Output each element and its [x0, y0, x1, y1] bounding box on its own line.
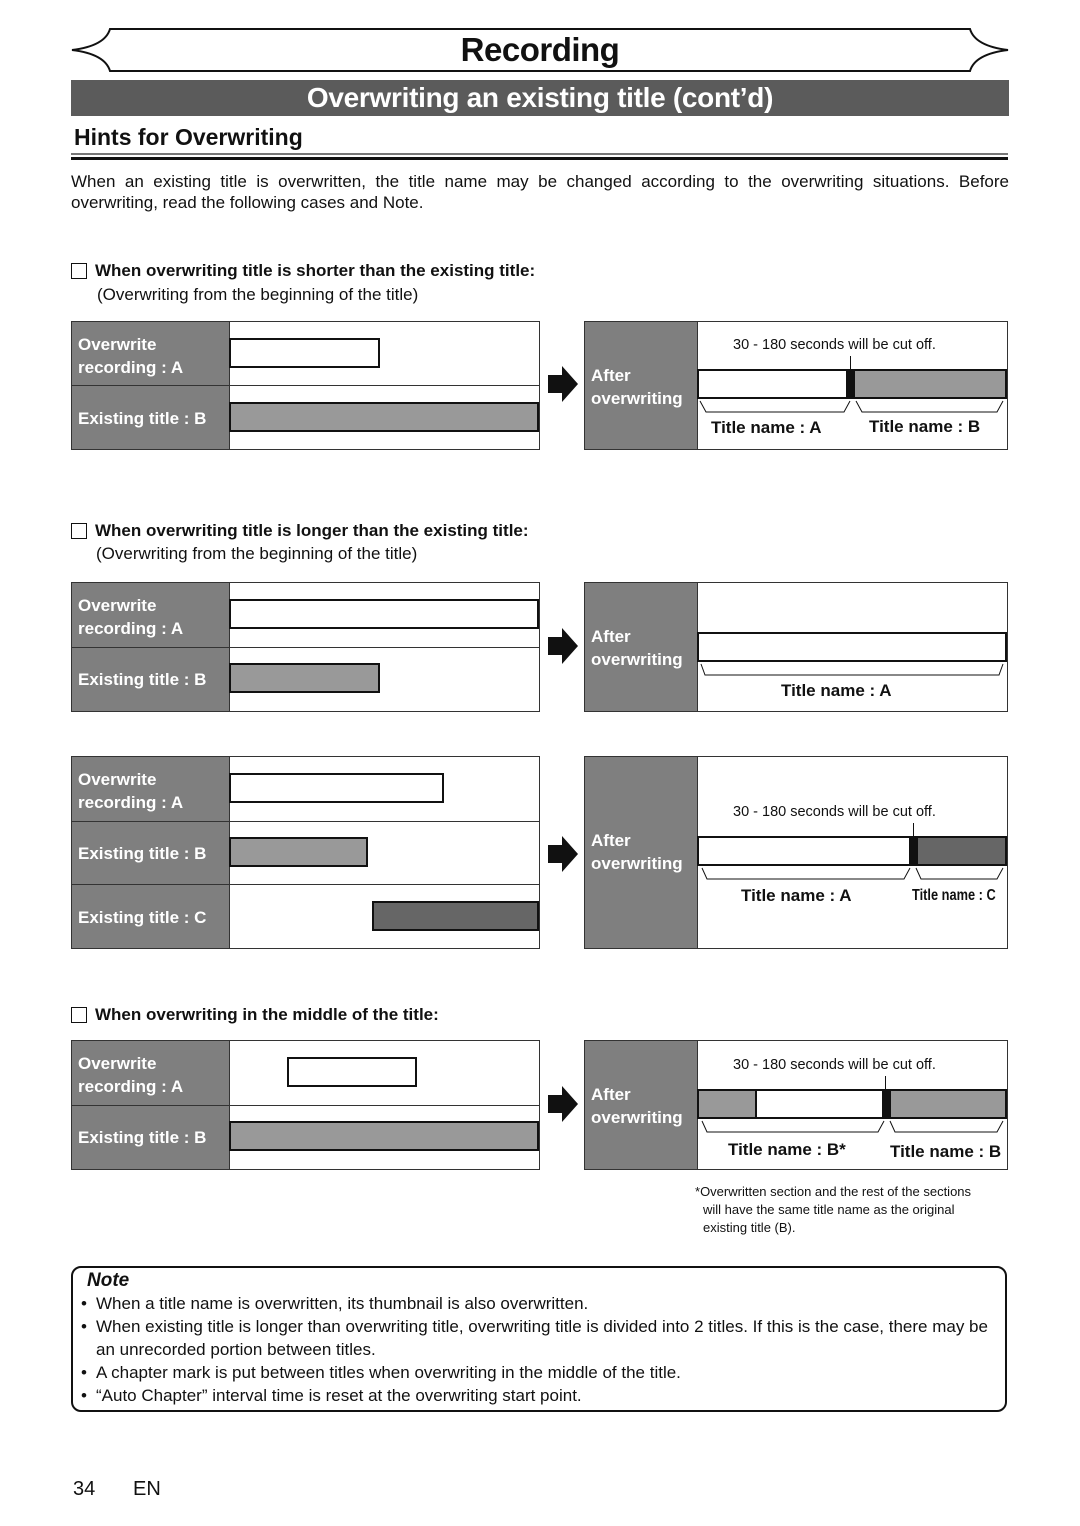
cut-off-note: 30 - 180 seconds will be cut off.: [733, 1057, 936, 1073]
title-a-segment: [697, 632, 1007, 662]
title-c-bar: [372, 901, 539, 931]
before-diagram: Overwrite recording : A Existing title :…: [71, 756, 540, 949]
checkbox-icon: [71, 523, 87, 539]
case-heading: When overwriting in the middle of the ti…: [71, 1005, 439, 1025]
title-name-label: Title name : B: [869, 417, 981, 436]
row-label-existing-c: Existing title : C: [78, 908, 207, 927]
note-box: Note When a title name is overwritten, i…: [71, 1266, 1007, 1412]
case-heading-text: When overwriting in the middle of the ti…: [95, 1005, 439, 1024]
before-diagram: Overwrite recording : A Existing title :…: [71, 1040, 540, 1170]
row-label-existing-b: Existing title : B: [78, 670, 207, 689]
before-diagram: Overwrite recording : A Existing title :…: [71, 321, 540, 450]
row-label-overwrite: Overwrite recording : A: [78, 596, 184, 638]
title-name-label: Title name : A: [741, 886, 852, 905]
arrow-right-icon: [548, 628, 578, 664]
row-label-overwrite: Overwrite recording : A: [78, 335, 184, 377]
note-item: When a title name is overwritten, its th…: [79, 1292, 995, 1315]
recording-a-bar: [229, 773, 444, 803]
checkbox-icon: [71, 263, 87, 279]
cut-pointer: [913, 823, 914, 837]
checkbox-icon: [71, 1007, 87, 1023]
after-label: After overwriting: [591, 366, 683, 408]
title-b-end-segment: [889, 1089, 1007, 1119]
footnote: *Overwritten section and the rest of the…: [695, 1184, 972, 1235]
title-name-label: Title name : B: [890, 1142, 1002, 1161]
row-divider: [72, 884, 539, 885]
row-label-existing-b: Existing title : B: [78, 844, 207, 863]
page-number: 34: [73, 1478, 96, 1500]
title-b-start-segment: [697, 1089, 757, 1119]
note-title: Note: [87, 1270, 130, 1291]
title-b-bar: [229, 1121, 539, 1151]
recording-a-bar: [287, 1057, 417, 1087]
title-a-segment: [697, 369, 852, 399]
bracket-icon: [700, 663, 1004, 676]
recording-a-bar: [229, 338, 380, 368]
before-diagram: Overwrite recording : A Existing title :…: [71, 582, 540, 712]
row-divider: [72, 1105, 539, 1106]
row-divider: [72, 647, 539, 648]
case-heading-text: When overwriting title is longer than th…: [95, 521, 529, 540]
title-b-bar: [229, 663, 380, 693]
note-item: When existing title is longer than overw…: [79, 1315, 995, 1361]
chapter-title: Recording: [460, 31, 620, 68]
bracket-icons: [701, 867, 1004, 880]
after-diagram: After overwriting 30 - 180 seconds will …: [584, 756, 1008, 949]
case-heading-text: When overwriting title is shorter than t…: [95, 261, 536, 280]
section-title: Overwriting an existing title (cont’d): [71, 80, 1009, 116]
after-label: After overwriting: [591, 627, 683, 669]
title-a-segment: [697, 836, 915, 866]
after-diagram: After overwriting Title name : A: [584, 582, 1008, 712]
title-b-bar: [229, 837, 368, 867]
note-item: A chapter mark is put between titles whe…: [79, 1361, 995, 1384]
title-name-label: Title name : A: [711, 418, 822, 437]
title-name-label: Title name : A: [781, 681, 892, 700]
page-language: EN: [133, 1478, 161, 1500]
case-heading: When overwriting title is shorter than t…: [71, 261, 535, 281]
divider: [71, 157, 1008, 160]
title-name-label: Title name : B*: [728, 1140, 846, 1159]
after-label: After overwriting: [591, 831, 683, 873]
subsection-title: Hints for Overwriting: [74, 124, 303, 150]
title-b-bar: [229, 402, 539, 432]
arrow-right-icon: [548, 1086, 578, 1122]
row-label-existing-b: Existing title : B: [78, 409, 207, 428]
overwritten-a-segment: [755, 1089, 885, 1119]
intro-paragraph: When an existing title is overwritten, t…: [71, 172, 1009, 212]
row-divider: [72, 821, 539, 822]
bracket-icons: [701, 1120, 1004, 1133]
after-label: After overwriting: [591, 1085, 683, 1127]
recording-a-bar: [229, 599, 539, 629]
note-item: “Auto Chapter” interval time is reset at…: [79, 1384, 995, 1407]
case-subheading: (Overwriting from the beginning of the t…: [97, 285, 419, 304]
chapter-banner: Recording: [70, 28, 1010, 72]
row-divider: [72, 385, 539, 386]
row-label-overwrite: Overwrite recording : A: [78, 770, 184, 812]
row-label-existing-b: Existing title : B: [78, 1128, 207, 1147]
cut-pointer: [885, 1076, 886, 1090]
arrow-right-icon: [548, 836, 578, 872]
divider: [71, 153, 1008, 155]
cut-pointer: [850, 356, 851, 370]
after-diagram: After overwriting 30 - 180 seconds will …: [584, 1040, 1008, 1170]
arrow-right-icon: [548, 366, 578, 402]
title-c-segment: [916, 836, 1007, 866]
after-diagram: After overwriting 30 - 180 seconds will …: [584, 321, 1008, 450]
bracket-icons: [699, 400, 1004, 413]
note-list: When a title name is overwritten, its th…: [79, 1292, 995, 1407]
cut-off-note: 30 - 180 seconds will be cut off.: [733, 804, 936, 820]
row-label-overwrite: Overwrite recording : A: [78, 1054, 184, 1096]
case-subheading: (Overwriting from the beginning of the t…: [96, 544, 418, 563]
cut-off-note: 30 - 180 seconds will be cut off.: [733, 337, 936, 353]
title-b-segment: [853, 369, 1007, 399]
case-heading: When overwriting title is longer than th…: [71, 521, 529, 541]
title-name-label: Title name : C: [912, 887, 996, 904]
